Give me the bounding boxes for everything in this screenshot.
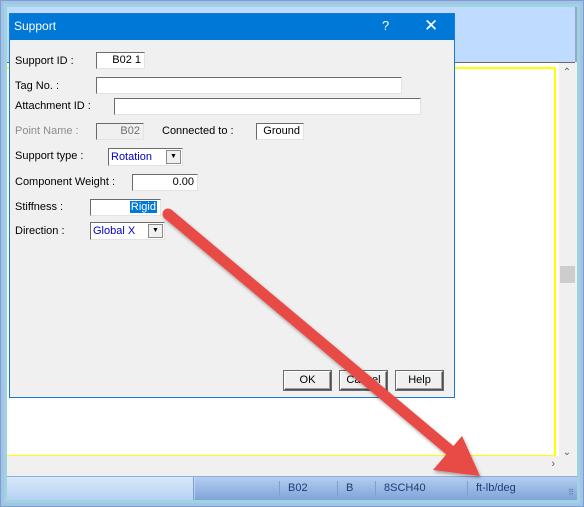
point-name-label: Point Name : — [15, 125, 79, 137]
dialog-titlebar[interactable]: Support ? ✕ — [10, 14, 454, 40]
status-point-name: B02 — [279, 481, 308, 497]
vertical-scrollbar[interactable]: ⌃ ⌄ — [559, 62, 575, 471]
resize-grip-icon[interactable]: ⠿ — [568, 488, 574, 497]
ok-button[interactable]: OK — [284, 371, 331, 390]
support-id-field[interactable]: B02 1 — [96, 52, 145, 69]
stiffness-value: Rigid — [129, 201, 157, 213]
scroll-down-icon[interactable]: ⌄ — [561, 447, 573, 459]
tag-no-input[interactable] — [96, 77, 402, 94]
status-units: ft-lb/deg — [467, 481, 516, 497]
tag-no-label: Tag No. : — [15, 80, 60, 92]
chevron-down-icon[interactable]: ▼ — [148, 224, 163, 238]
direction-value: Global X — [93, 225, 136, 237]
close-icon[interactable]: ✕ — [424, 16, 438, 36]
support-type-value: Rotation — [111, 151, 152, 163]
status-right-panel: B02 B 8SCH40 ft-lb/deg ⠿ — [195, 477, 577, 500]
connected-to-label: Connected to : — [162, 125, 234, 137]
support-type-select[interactable]: Rotation ▼ — [108, 148, 183, 166]
stiffness-label: Stiffness : — [15, 201, 64, 213]
support-id-label: Support ID : — [15, 55, 74, 67]
component-weight-input[interactable]: 0.00 — [132, 174, 198, 191]
direction-label: Direction : — [15, 225, 65, 237]
status-pipe-spec: 8SCH40 — [375, 481, 426, 497]
help-button[interactable]: Help — [396, 371, 443, 390]
status-bar: B02 B 8SCH40 ft-lb/deg ⠿ — [7, 476, 577, 500]
scroll-thumb[interactable] — [560, 266, 575, 283]
scroll-up-icon[interactable]: ⌃ — [561, 67, 573, 79]
scroll-right-icon[interactable]: › — [551, 458, 555, 470]
attachment-id-input[interactable] — [114, 98, 421, 115]
support-dialog: Support ? ✕ Support ID : B02 1 Tag No. :… — [9, 13, 455, 398]
point-name-field: B02 — [96, 123, 144, 140]
dialog-title: Support — [14, 19, 57, 33]
cancel-button[interactable]: Cancel — [340, 371, 387, 390]
horizontal-scrollbar[interactable]: › — [7, 456, 559, 472]
stiffness-input[interactable]: Rigid — [90, 199, 161, 216]
direction-select[interactable]: Global X ▼ — [90, 222, 165, 240]
status-segment: B — [337, 481, 353, 497]
status-left-panel — [7, 477, 194, 500]
component-weight-label: Component Weight : — [15, 176, 116, 188]
connected-to-field[interactable]: Ground — [256, 123, 304, 140]
help-icon[interactable]: ? — [382, 18, 389, 33]
chevron-down-icon[interactable]: ▼ — [166, 150, 181, 164]
attachment-id-label: Attachment ID : — [15, 100, 91, 112]
support-type-label: Support type : — [15, 150, 84, 162]
